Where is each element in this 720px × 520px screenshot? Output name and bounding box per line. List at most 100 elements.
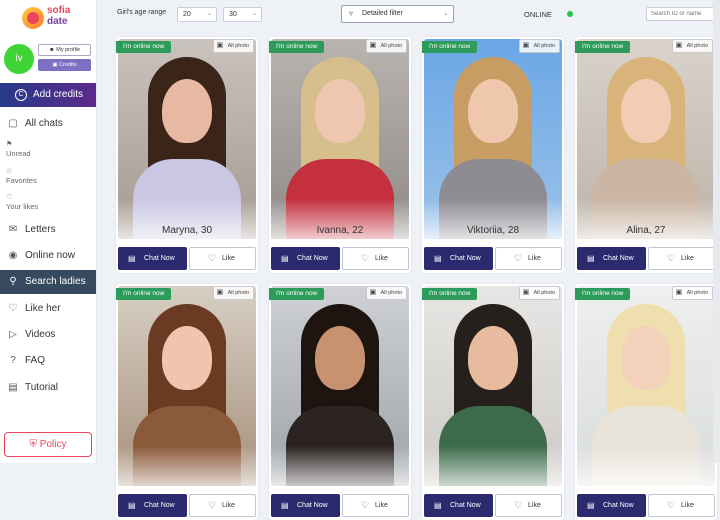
like-label: Like (681, 255, 694, 262)
all-photo-button[interactable]: ▣ All photo (518, 286, 560, 300)
sidebar-subitem-unread[interactable]: ⚑ Unread (6, 141, 31, 158)
all-photo-label: All photo (533, 43, 555, 49)
sidebar-item-label: Like her (25, 303, 61, 314)
chat-now-button[interactable]: ▤ Chat Now (271, 494, 340, 517)
like-button[interactable]: ♡ Like (648, 494, 715, 517)
sidebar-item-label: Search ladies (25, 276, 86, 287)
heart-icon: ♡ (514, 500, 523, 510)
profile-photo[interactable] (424, 286, 562, 486)
all-photo-label: All photo (227, 43, 249, 49)
shield-icon: ⛨ (29, 439, 38, 450)
chat-now-label: Chat Now (297, 502, 328, 509)
profile-card[interactable]: I'm online now ▣ All photo Ivanna, 22 ▤ Chat … (269, 37, 411, 273)
logo-text-line1: sofia (47, 5, 71, 16)
heart-icon: ♡ (208, 500, 217, 510)
chat-bubble-icon: ▤ (128, 254, 136, 263)
profile-card[interactable]: I'm online now ▣ All photo ▤ Chat Now ♡ Like (422, 284, 564, 520)
all-photo-label: All photo (686, 290, 708, 296)
profile-card[interactable]: I'm online now ▣ All photo ▤ Chat Now ♡ Like (116, 284, 258, 520)
detailed-filter-button[interactable]: ▿ Detailed filter ⌄ (341, 5, 454, 23)
like-button[interactable]: ♡ Like (342, 494, 409, 517)
profile-name: Alina, 27 (626, 225, 666, 236)
sidebar-item-label: Letters (25, 224, 56, 235)
chat-now-button[interactable]: ▤ Chat Now (424, 494, 493, 517)
sidebar-item-like-her[interactable]: ♡ Like her (0, 297, 96, 321)
chat-now-button[interactable]: ▤ Chat Now (118, 494, 187, 517)
like-button[interactable]: ♡ Like (648, 247, 715, 270)
sidebar-item-tutorial[interactable]: ▤ Tutorial (0, 376, 96, 400)
sidebar-subitem-your-likes[interactable]: ♡ Your likes (6, 194, 38, 211)
photo-shade (271, 446, 409, 486)
age-from-select[interactable]: 20 ⌄ (177, 7, 217, 22)
sidebar-subitem-label: Unread (6, 149, 31, 158)
chat-now-button[interactable]: ▤ Chat Now (577, 247, 646, 270)
sidebar-item-label: All chats (25, 118, 63, 129)
profile-photo[interactable] (577, 39, 715, 239)
profile-card[interactable]: I'm online now ▣ All photo ▤ Chat Now ♡ Like (575, 284, 717, 520)
chat-bubble-icon: ▤ (281, 501, 289, 510)
all-photo-label: All photo (227, 290, 249, 296)
scrollbar[interactable] (713, 0, 720, 463)
chat-now-button[interactable]: ▤ Chat Now (118, 247, 187, 270)
book-icon: ▤ (8, 382, 18, 393)
profile-card[interactable]: I'm online now ▣ All photo Alina, 27 ▤ Chat N… (575, 37, 717, 273)
sidebar-subitem-favorites[interactable]: ☆ Favorites (6, 168, 37, 185)
logo[interactable]: sofia date (22, 5, 92, 33)
all-photo-button[interactable]: ▣ All photo (671, 39, 713, 53)
like-label: Like (681, 502, 694, 509)
sidebar-item-online-now[interactable]: ◉ Online now (0, 244, 96, 268)
add-credits-button[interactable]: C Add credits (0, 83, 96, 107)
like-button[interactable]: ♡ Like (342, 247, 409, 270)
profile-card[interactable]: I'm online now ▣ All photo Viktoriia, 28 ▤ Ch… (422, 37, 564, 273)
like-button[interactable]: ♡ Like (189, 494, 256, 517)
like-label: Like (528, 502, 541, 509)
age-to-select[interactable]: 30 ⌄ (223, 7, 262, 22)
online-toggle[interactable] (567, 11, 573, 17)
photo-face-shape (162, 326, 212, 390)
star-icon: ☆ (6, 168, 13, 175)
profile-photo[interactable] (271, 39, 409, 239)
chat-now-button[interactable]: ▤ Chat Now (577, 494, 646, 517)
chat-now-button[interactable]: ▤ Chat Now (271, 247, 340, 270)
all-photo-button[interactable]: ▣ All photo (518, 39, 560, 53)
chat-bubble-icon: ▤ (434, 254, 442, 263)
sidebar-item-faq[interactable]: ? FAQ (0, 349, 96, 373)
all-photo-button[interactable]: ▣ All photo (212, 286, 254, 300)
chat-bubble-icon: ▤ (587, 501, 595, 510)
my-profile-button[interactable]: ☻ My profile (38, 44, 91, 56)
like-button[interactable]: ♡ Like (495, 494, 562, 517)
profile-photo[interactable] (118, 286, 256, 486)
all-photo-button[interactable]: ▣ All photo (365, 39, 407, 53)
photo-shade (118, 446, 256, 486)
all-photo-button[interactable]: ▣ All photo (212, 39, 254, 53)
like-button[interactable]: ♡ Like (495, 247, 562, 270)
profile-photo[interactable] (424, 39, 562, 239)
sidebar-item-letters[interactable]: ✉ Letters (0, 218, 96, 242)
profile-photo[interactable] (118, 39, 256, 239)
photo-face-shape (315, 326, 365, 390)
image-icon: ▣ (675, 289, 683, 296)
all-photo-button[interactable]: ▣ All photo (365, 286, 407, 300)
profile-photo[interactable] (271, 286, 409, 486)
online-badge: I'm online now (116, 41, 172, 53)
all-photo-button[interactable]: ▣ All photo (671, 286, 713, 300)
heart-icon: ♡ (8, 303, 18, 314)
profile-name: Viktoriia, 28 (466, 225, 520, 236)
sidebar-item-all-chats[interactable]: ▢ All chats (0, 112, 96, 136)
policy-button[interactable]: ⛨ Policy (4, 432, 92, 457)
avatar[interactable]: iv (4, 44, 34, 74)
sidebar-item-videos[interactable]: ▷ Videos (0, 323, 96, 347)
like-button[interactable]: ♡ Like (189, 247, 256, 270)
chat-now-button[interactable]: ▤ Chat Now (424, 247, 493, 270)
sidebar: sofia date iv ☻ My profile ▣ Credits C A… (0, 0, 97, 463)
search-input[interactable] (646, 7, 716, 21)
heart-icon: ♡ (208, 253, 217, 263)
online-filter-label: ONLINE (524, 10, 552, 19)
sidebar-item-search-ladies[interactable]: ⚲ Search ladies (0, 270, 96, 294)
profile-card[interactable]: I'm online now ▣ All photo ▤ Chat Now ♡ Like (269, 284, 411, 520)
credits-button[interactable]: ▣ Credits (38, 59, 91, 71)
online-badge: I'm online now (116, 288, 172, 300)
profile-card[interactable]: I'm online now ▣ All photo Maryna, 30 ▤ Chat … (116, 37, 258, 273)
sidebar-item-label: Videos (25, 329, 56, 340)
profile-photo[interactable] (577, 286, 715, 486)
